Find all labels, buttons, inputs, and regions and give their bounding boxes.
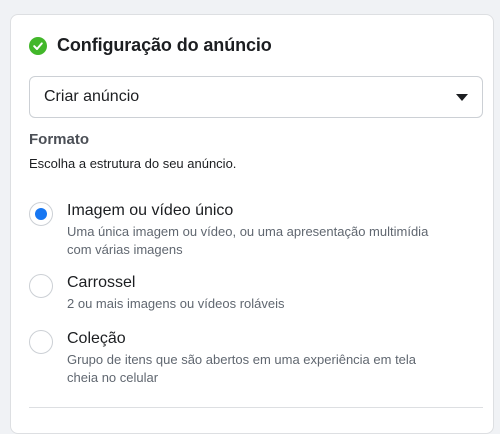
- section-title: Configuração do anúncio: [57, 35, 272, 55]
- option-label: Coleção: [67, 330, 126, 347]
- option-description: 2 ou mais imagens ou vídeos roláveis: [67, 295, 285, 313]
- option-text: Carrossel 2 ou mais imagens ou vídeos ro…: [67, 273, 285, 313]
- option-text: Imagem ou vídeo único Uma única imagem o…: [67, 201, 428, 259]
- section-header: Configuração do anúncio: [29, 35, 272, 56]
- format-option-collection[interactable]: Coleção Grupo de itens que são abertos e…: [29, 329, 479, 387]
- option-description: Uma única imagem ou vídeo, ou uma aprese…: [67, 223, 428, 259]
- caret-down-icon: [456, 93, 468, 101]
- radio-button-collection[interactable]: [29, 330, 53, 354]
- option-description-line: Grupo de itens que são abertos em uma ex…: [67, 352, 417, 367]
- dropdown-selected-value: Criar anúncio: [44, 88, 140, 105]
- option-label: Carrossel: [67, 274, 136, 291]
- ad-creation-dropdown[interactable]: Criar anúncio: [29, 76, 483, 118]
- format-option-carousel[interactable]: Carrossel 2 ou mais imagens ou vídeos ro…: [29, 273, 479, 313]
- option-text: Coleção Grupo de itens que são abertos e…: [67, 329, 416, 387]
- format-heading: Formato: [29, 131, 89, 148]
- option-description-line: Uma única imagem ou vídeo, ou uma aprese…: [67, 224, 429, 239]
- option-label: Imagem ou vídeo único: [67, 202, 234, 219]
- option-description: Grupo de itens que são abertos em uma ex…: [67, 351, 416, 387]
- radio-selected-dot: [35, 208, 47, 220]
- check-circle-icon: [29, 36, 47, 55]
- option-description-line: 2 ou mais imagens ou vídeos roláveis: [67, 296, 285, 311]
- format-subtitle: Escolha a estrutura do seu anúncio.: [29, 156, 237, 171]
- section-divider: [29, 407, 483, 408]
- ad-setup-card: Configuração do anúncio Criar anúncio Fo…: [10, 14, 494, 434]
- radio-button-carousel[interactable]: [29, 274, 53, 298]
- option-description-line: com várias imagens: [67, 242, 183, 257]
- option-description-line: cheia no celular: [67, 370, 159, 385]
- radio-button-single-image-video[interactable]: [29, 202, 53, 226]
- format-option-single-image-video[interactable]: Imagem ou vídeo único Uma única imagem o…: [29, 201, 479, 259]
